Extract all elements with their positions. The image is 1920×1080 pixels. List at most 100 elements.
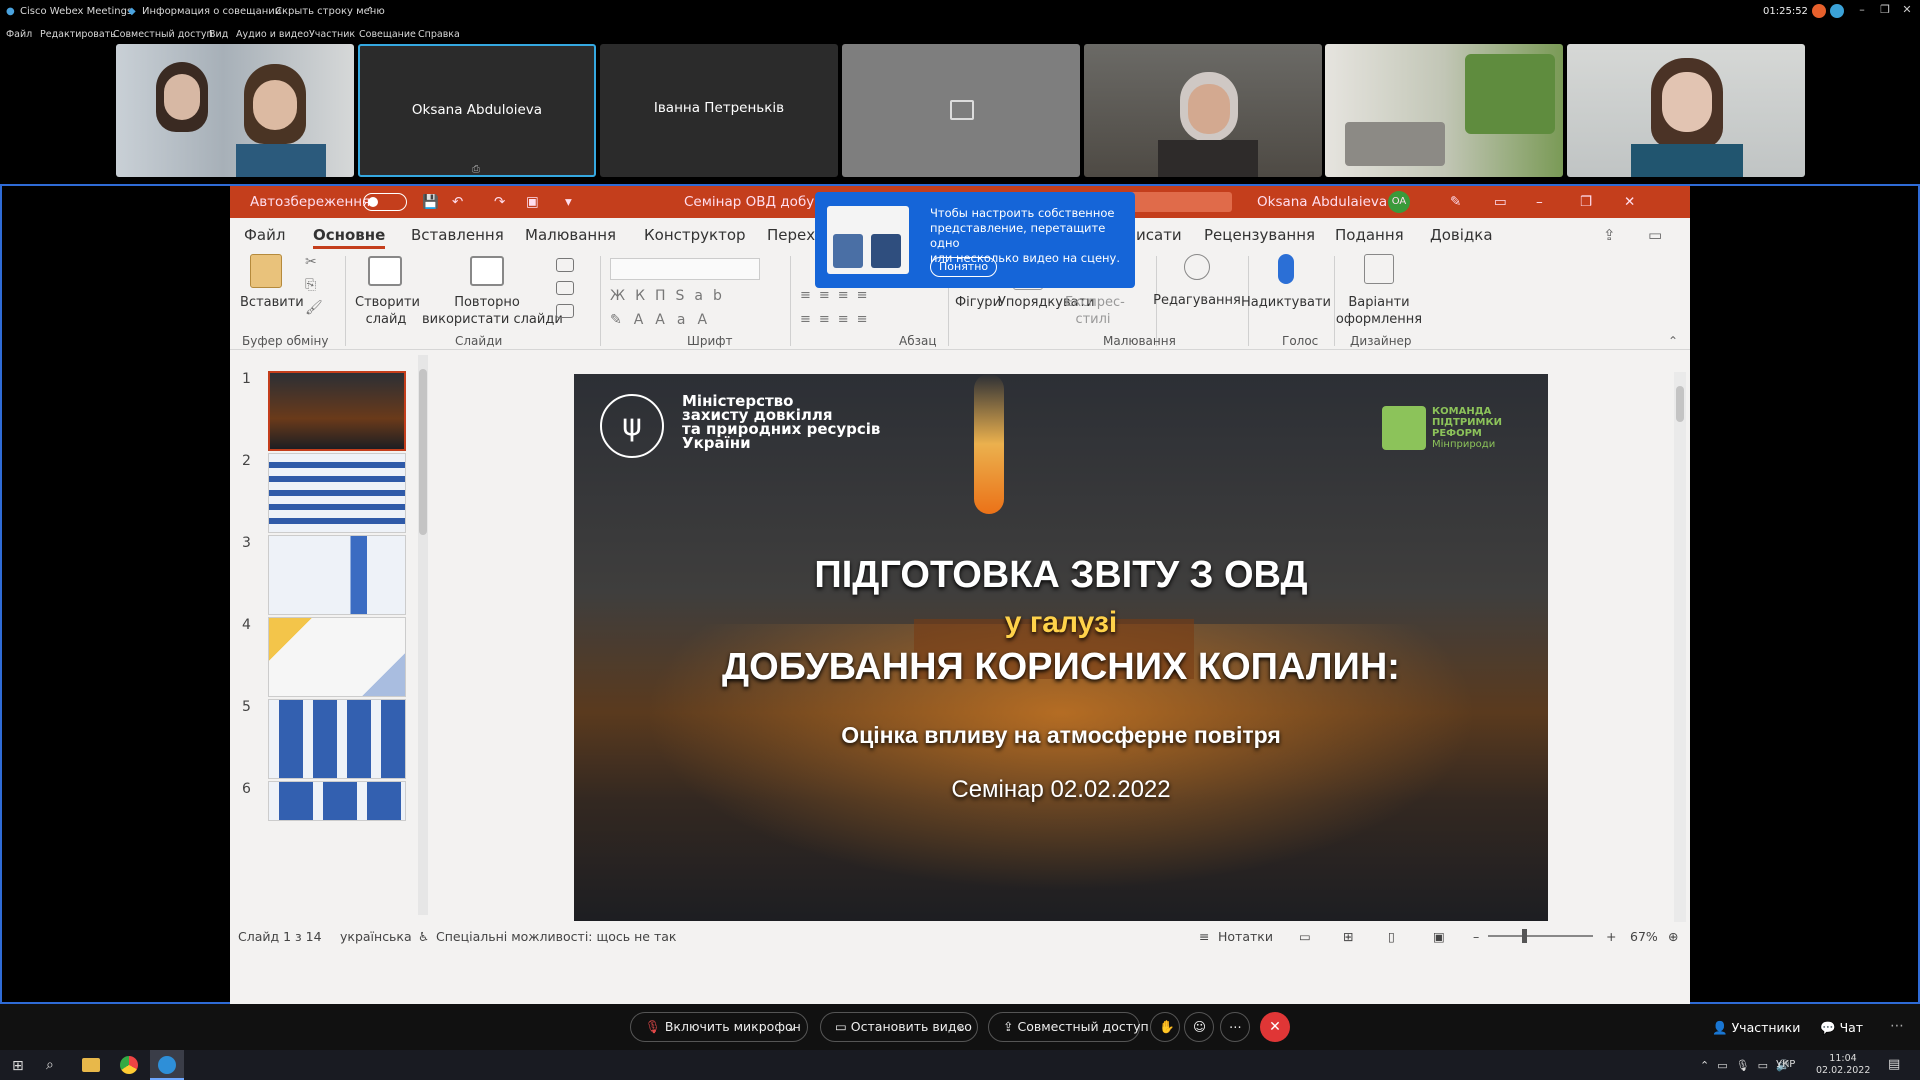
clock[interactable]: 11:04 02.02.2022: [1816, 1053, 1870, 1077]
scrollbar-thumb[interactable]: [419, 369, 427, 535]
share-icon[interactable]: ⇪: [1603, 226, 1616, 244]
menu-item-help[interactable]: Справка: [418, 29, 460, 40]
save-icon[interactable]: 💾: [422, 194, 439, 210]
slide-thumb-6[interactable]: [268, 781, 406, 821]
pen-icon[interactable]: ✎: [1450, 194, 1461, 210]
tab-help[interactable]: Довідка: [1430, 226, 1493, 244]
cut-icon[interactable]: ✂: [305, 254, 317, 270]
chevron-down-icon[interactable]: ⌄: [957, 1019, 967, 1034]
tab-home[interactable]: Основне: [313, 226, 386, 249]
close-icon[interactable]: ✕: [1898, 3, 1916, 21]
tab-partial[interactable]: исати: [1136, 226, 1182, 244]
more-options-icon[interactable]: ⋯: [1220, 1012, 1250, 1042]
share-button[interactable]: ⇪ Совместный доступ: [988, 1012, 1149, 1042]
accessibility-icon[interactable]: ♿: [418, 929, 429, 944]
present-icon[interactable]: ▣: [526, 194, 539, 210]
new-slide-icon[interactable]: [368, 256, 402, 286]
video-tile-7[interactable]: [1567, 44, 1805, 177]
zoom-slider[interactable]: [1488, 935, 1593, 937]
search-icon[interactable]: [1184, 254, 1210, 280]
comments-icon[interactable]: ▭: [1648, 226, 1662, 244]
minimize-icon[interactable]: –: [1853, 3, 1871, 21]
menu-item-meeting[interactable]: Совещание: [359, 29, 416, 40]
zoom-slider-thumb[interactable]: [1522, 929, 1527, 943]
video-tile-2[interactable]: Oksana Abduloieva ⎙: [358, 44, 596, 177]
reuse-slides-icon[interactable]: [470, 256, 504, 286]
video-tile-3[interactable]: Іванна Петреньків: [600, 44, 838, 177]
scrollbar-thumb[interactable]: [1676, 386, 1684, 422]
tab-file[interactable]: Файл: [244, 226, 285, 244]
dictate-label[interactable]: Надиктувати: [1240, 294, 1332, 311]
user-avatar[interactable]: OA: [1388, 191, 1410, 213]
reactions-icon[interactable]: ✋: [1150, 1012, 1180, 1042]
quick-access-dropdown-icon[interactable]: ▾: [565, 194, 572, 210]
autosave-toggle[interactable]: [363, 193, 407, 211]
new-slide-label[interactable]: Створити слайд: [355, 294, 420, 328]
menu-item-view[interactable]: Вид: [209, 29, 228, 40]
normal-view-icon[interactable]: ▭: [1299, 929, 1311, 944]
webex-status-icon[interactable]: [1830, 4, 1844, 18]
video-tile-6[interactable]: [1325, 44, 1563, 177]
zoom-in-icon[interactable]: +: [1606, 929, 1616, 944]
editing-label[interactable]: Редагування: [1150, 292, 1244, 309]
slide-thumb-3[interactable]: [268, 535, 406, 615]
designer-icon[interactable]: [1364, 254, 1394, 284]
thumbnail-scrollbar[interactable]: [418, 355, 428, 915]
align-icons-2[interactable]: ≡≡≡≡: [800, 312, 876, 327]
collapse-ribbon-icon[interactable]: ⌃: [1668, 334, 1678, 348]
reuse-slides-label[interactable]: Повторно використати слайди: [422, 294, 563, 328]
video-tile-4[interactable]: [842, 44, 1080, 177]
reset-icon[interactable]: [556, 281, 574, 295]
slide-scrollbar[interactable]: [1674, 372, 1686, 922]
menu-item-audio-video[interactable]: Аудио и видео: [236, 29, 309, 40]
tab-design[interactable]: Конструктор: [644, 226, 746, 244]
close-icon[interactable]: ✕: [1624, 194, 1635, 210]
font-family-box[interactable]: [610, 258, 760, 280]
menu-item-file[interactable]: Файл: [6, 29, 32, 40]
slide-thumb-4[interactable]: [268, 617, 406, 697]
microphone-icon[interactable]: [1278, 254, 1294, 284]
language-indicator[interactable]: українська: [340, 929, 412, 944]
notes-button[interactable]: Нотатки: [1218, 929, 1273, 944]
tip-ok-button[interactable]: Понятно: [930, 257, 998, 277]
video-tile-5[interactable]: [1084, 44, 1322, 177]
keyboard-language[interactable]: УКР: [1776, 1059, 1795, 1070]
accessibility-status[interactable]: Спеціальні можливості: щось не так: [436, 929, 676, 944]
font-format-icons[interactable]: ЖКПSab: [610, 288, 732, 304]
fit-slide-icon[interactable]: ⊕: [1668, 929, 1678, 944]
sorter-view-icon[interactable]: ⊞: [1343, 929, 1353, 944]
meeting-info-link[interactable]: Информация о совещании: [142, 6, 281, 17]
font-color-icons[interactable]: ✎AАаA: [610, 312, 719, 328]
menu-item-participant[interactable]: Участник: [309, 29, 355, 40]
minimize-icon[interactable]: –: [1536, 194, 1543, 210]
restore-icon[interactable]: ❐: [1580, 194, 1592, 210]
zoom-out-icon[interactable]: –: [1473, 929, 1479, 944]
slide-thumb-2[interactable]: [268, 453, 406, 533]
search-icon[interactable]: ⌕: [46, 1057, 54, 1073]
undo-icon[interactable]: ↶: [452, 194, 463, 210]
slideshow-icon[interactable]: ▣: [1433, 929, 1445, 944]
quick-styles-label[interactable]: Експрес-стилі: [1065, 294, 1125, 328]
tab-review[interactable]: Рецензування: [1204, 226, 1315, 244]
zoom-level[interactable]: 67%: [1630, 929, 1658, 944]
redo-icon[interactable]: ↷: [494, 194, 505, 210]
more-icon[interactable]: ⋯: [1890, 1018, 1904, 1034]
chevron-up-icon[interactable]: ⌃: [366, 6, 374, 17]
participants-button[interactable]: 👤 Участники: [1712, 1020, 1800, 1036]
align-icons[interactable]: ≡≡≡≡: [800, 288, 876, 303]
chat-button[interactable]: 💬 Чат: [1820, 1020, 1863, 1036]
restore-icon[interactable]: ❐: [1876, 3, 1894, 21]
slide-thumb-5[interactable]: [268, 699, 406, 779]
menu-item-edit[interactable]: Редактировать: [40, 29, 116, 40]
menu-item-share[interactable]: Совместный доступ: [113, 29, 213, 40]
leave-meeting-button[interactable]: ✕: [1260, 1012, 1290, 1042]
chevron-down-icon[interactable]: ⌄: [787, 1019, 797, 1034]
tab-transitions[interactable]: Перех: [767, 226, 815, 244]
reading-view-icon[interactable]: ▯: [1388, 929, 1395, 944]
video-button[interactable]: ▭ Остановить видео ⌄: [820, 1012, 978, 1042]
layout-icon[interactable]: [556, 258, 574, 272]
slide-thumb-1[interactable]: [268, 371, 406, 451]
webex-taskbar-button[interactable]: [150, 1050, 184, 1080]
slide-canvas[interactable]: ψ Міністерство захисту довкілля та приро…: [574, 374, 1548, 921]
paste-icon[interactable]: [250, 254, 282, 288]
